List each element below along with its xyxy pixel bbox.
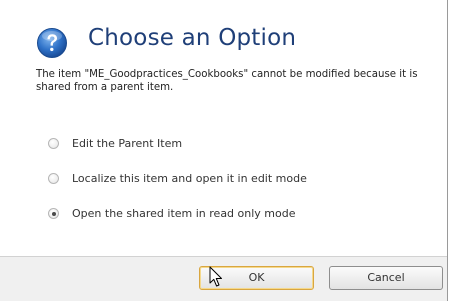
window-edge xyxy=(447,0,448,301)
help-icon xyxy=(36,27,68,59)
option-label[interactable]: Edit the Parent Item xyxy=(72,136,182,152)
dialog-footer: OK Cancel xyxy=(0,256,447,301)
option-label[interactable]: Open the shared item in read only mode xyxy=(72,206,296,222)
dialog-title: Choose an Option xyxy=(88,25,297,51)
option-label[interactable]: Localize this item and open it in edit m… xyxy=(72,171,307,187)
radio-button-selected[interactable] xyxy=(48,208,59,219)
ok-button[interactable]: OK xyxy=(199,266,314,290)
radio-button[interactable] xyxy=(48,138,59,149)
cancel-button[interactable]: Cancel xyxy=(329,266,443,290)
dialog-message: The item "ME_Goodpractices_Cookbooks" ca… xyxy=(36,69,418,93)
radio-button[interactable] xyxy=(48,173,59,184)
choose-option-dialog: Choose an Option The item "ME_Goodpracti… xyxy=(0,0,454,301)
